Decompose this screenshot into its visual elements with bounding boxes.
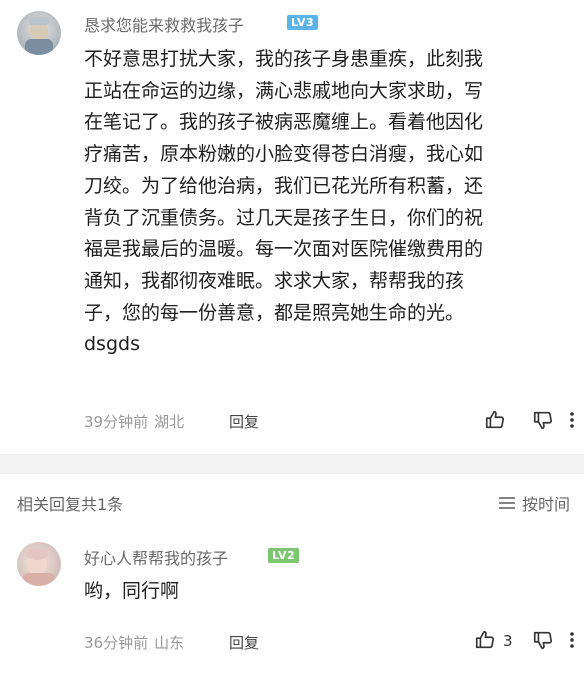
reply-card: 好心人帮帮我的孩子 LV2 哟，同行啊 36分钟前 山东 回复 3 (0, 530, 584, 693)
username[interactable]: 好心人帮帮我的孩子 (84, 545, 228, 569)
username[interactable]: 恳求您能来救救我孩子 (84, 12, 244, 36)
thumbs-up-icon[interactable] (484, 409, 506, 431)
replies-header: 相关回复共1条 按时间 (0, 474, 584, 530)
level-badge: LV2 (268, 548, 300, 563)
timestamp: 36分钟前 (84, 634, 149, 652)
section-divider (0, 454, 584, 474)
comment-text-line: 通知，我都彻夜难眠。求求大家，帮帮我的孩 (84, 269, 465, 292)
comment-text: 不好意思打扰大家，我的孩子身患重疾，此刻我 正站在命运的边缘，满心悲戚地向大家求… (84, 44, 564, 361)
more-vertical-icon[interactable] (564, 409, 580, 431)
like-count: 3 (503, 632, 513, 650)
timestamp: 39分钟前 (84, 413, 149, 431)
comment-text-line: 在笔记了。我的孩子被病恶魔缠上。看着他因化 (84, 111, 484, 134)
avatar[interactable] (17, 542, 61, 586)
comment-text-line: 子，您的每一份善意，都是照亮她生命的光。 (84, 301, 465, 324)
comment-text-line: 正站在命运的边缘，满心悲戚地向大家求助，写 (84, 79, 484, 102)
comment-text-line: 疗痛苦，原本粉嫩的小脸变得苍白消瘦，我心如 (84, 143, 484, 166)
comment-meta: 36分钟前 山东 (84, 632, 184, 653)
thumbs-up-icon[interactable] (474, 629, 496, 651)
comment-text: 哟，同行啊 (84, 576, 564, 608)
comment-text-line: 刀绞。为了给他治病，我们已花光所有积蓄，还 (84, 174, 484, 197)
location: 山东 (154, 634, 185, 652)
comment-actions (434, 409, 584, 433)
sort-button[interactable]: 按时间 (498, 491, 570, 515)
more-vertical-icon[interactable] (564, 629, 580, 651)
comment-actions: 3 (434, 629, 584, 653)
comment-text-line: 不好意思打扰大家，我的孩子身患重疾，此刻我 (84, 48, 484, 70)
comment-meta: 39分钟前 湖北 (84, 411, 184, 432)
replies-count-label: 相关回复共1条 (17, 495, 124, 514)
location: 湖北 (154, 413, 185, 431)
reply-button[interactable]: 回复 (229, 411, 259, 432)
sort-label: 按时间 (521, 495, 570, 514)
thumbs-down-icon[interactable] (532, 629, 554, 651)
comment-text-line: 福是我最后的温暖。每一次面对医院催缴费用的 (84, 238, 484, 261)
comment-text-line: 背负了沉重债务。过几天是孩子生日，你们的祝 (84, 206, 484, 229)
comment-text-line: dsgds (84, 333, 140, 356)
level-badge: LV3 (287, 15, 319, 30)
avatar[interactable] (17, 11, 61, 55)
thumbs-down-icon[interactable] (532, 409, 554, 431)
comment-text-line: 哟，同行啊 (84, 580, 180, 602)
comment-card: 恳求您能来救救我孩子 LV3 不好意思打扰大家，我的孩子身患重疾，此刻我 正站在… (0, 0, 584, 454)
reply-button[interactable]: 回复 (229, 632, 259, 653)
sort-lines-icon (498, 497, 515, 509)
